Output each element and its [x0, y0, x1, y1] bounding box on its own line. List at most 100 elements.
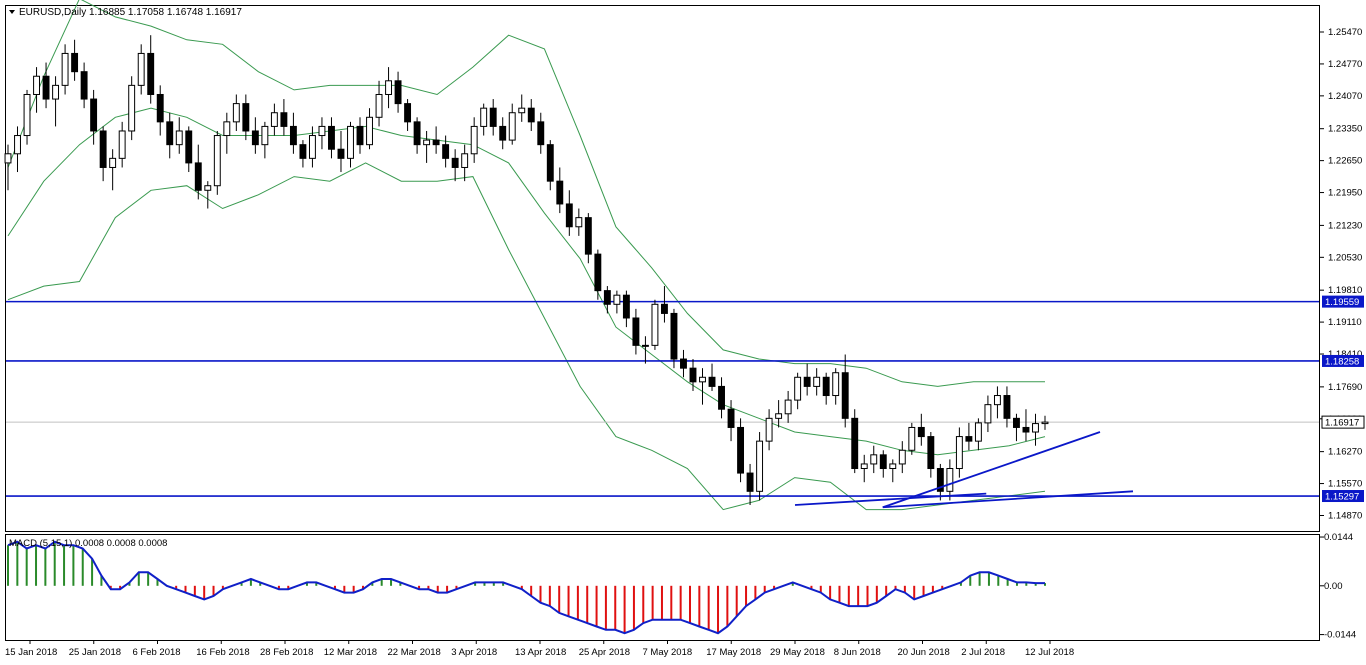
bear-candle [584, 217, 592, 255]
bull-candle [4, 153, 12, 164]
bear-candle [451, 157, 459, 168]
time-tick-label: 17 May 2018 [706, 647, 761, 658]
bull-candle [128, 84, 136, 132]
bear-candle [632, 317, 640, 346]
bull-candle [52, 84, 60, 100]
bull-candle [641, 344, 649, 347]
bear-candle [156, 93, 164, 123]
bear-candle [851, 417, 859, 470]
bear-candle [879, 454, 887, 470]
bull-candle [860, 463, 868, 470]
bull-candle [109, 157, 117, 168]
price-tick-label: 1.19110 [1328, 317, 1362, 328]
bull-candle [204, 185, 212, 191]
bull-candle [1032, 423, 1039, 433]
time-tick-label: 2 Jul 2018 [961, 647, 1005, 658]
bear-candle [708, 376, 716, 387]
bear-candle [394, 80, 402, 105]
bull-candle [832, 372, 840, 397]
symbol-label: EURUSD,Daily [19, 7, 86, 18]
bull-candle [794, 376, 802, 401]
bull-candle [261, 125, 269, 146]
bear-candle [670, 312, 678, 360]
bear-candle [965, 436, 973, 442]
bull-candle [518, 107, 526, 114]
bear-candle [1013, 417, 1020, 428]
current-price-label: 1.16917 [1325, 418, 1359, 429]
bull-candle [508, 112, 516, 141]
bull-candle [61, 52, 69, 86]
macd-label: MACD (5,15,1) 0.0008 0.0008 0.0008 [9, 538, 167, 549]
bull-candle [984, 404, 992, 424]
bear-candle [328, 125, 335, 150]
bear-candle [80, 71, 88, 100]
bear-candle [356, 125, 364, 146]
bull-candle [480, 107, 488, 127]
bull-candle [955, 436, 963, 470]
bear-candle [1003, 395, 1011, 419]
bear-candle [927, 436, 935, 470]
price-tick-label: 1.24070 [1328, 91, 1362, 102]
ohlc-values: 1.16885 1.17058 1.16748 1.16917 [89, 7, 242, 18]
time-tick-label: 12 Jul 2018 [1025, 647, 1074, 658]
chart-header: EURUSD,Daily 1.16885 1.17058 1.16748 1.1… [9, 7, 242, 18]
bull-candle [213, 135, 221, 187]
price-tick-label: 1.21230 [1328, 220, 1362, 231]
bear-candle [689, 367, 697, 383]
bear-candle [603, 290, 611, 305]
bull-candle [946, 468, 954, 492]
bull-candle [1041, 421, 1049, 425]
bull-candle [14, 135, 21, 155]
bull-candle [33, 75, 40, 95]
bear-candle [442, 144, 450, 159]
bear-candle [746, 472, 754, 492]
bear-candle [527, 107, 535, 123]
bull-candle [613, 294, 621, 305]
level-price-label: 1.18258 [1325, 356, 1359, 367]
time-tick-label: 25 Jan 2018 [69, 647, 121, 658]
bull-candle [889, 463, 897, 470]
macd-tick-label: -0.0144 [1324, 630, 1356, 641]
bull-candle [775, 413, 783, 419]
bear-candle [841, 372, 849, 419]
bear-candle [537, 121, 545, 146]
level-price-label: 1.15297 [1325, 492, 1359, 503]
bull-candle [23, 93, 31, 137]
time-tick-label: 15 Jan 2018 [5, 647, 57, 658]
bear-candle [737, 426, 745, 474]
price-tick-label: 1.22650 [1328, 156, 1362, 167]
bear-candle [680, 358, 687, 369]
bull-candle [908, 426, 916, 451]
bull-candle [118, 130, 126, 159]
bull-candle [175, 130, 183, 146]
bull-candle [366, 116, 373, 146]
bear-candle [280, 112, 288, 127]
bear-candle [413, 121, 421, 146]
price-tick-label: 1.15570 [1328, 479, 1362, 490]
time-tick-label: 3 Apr 2018 [451, 647, 497, 658]
price-tick-label: 1.24770 [1328, 59, 1362, 70]
time-tick-label: 25 Apr 2018 [579, 647, 630, 658]
bear-candle [727, 408, 735, 428]
price-pane[interactable] [5, 5, 1320, 532]
bear-candle [147, 52, 155, 95]
time-tick-label: 12 Mar 2018 [324, 647, 377, 658]
bear-candle [299, 144, 307, 159]
trading-chart[interactable]: 1.25470 1.24770 1.24070 1.23350 1.22650 1.219… [0, 0, 1366, 665]
bull-candle [375, 93, 383, 118]
bear-candle [917, 426, 925, 438]
bear-candle [185, 130, 193, 164]
level-price-label: 1.19559 [1325, 297, 1359, 308]
time-tick-label: 7 May 2018 [643, 647, 693, 658]
bear-candle [556, 180, 564, 205]
macd-tick-label: 0.0144 [1324, 532, 1353, 543]
price-tick-label: 1.16270 [1328, 447, 1362, 458]
bull-candle [318, 125, 326, 137]
bear-candle [242, 103, 250, 132]
bull-candle [974, 422, 982, 442]
time-tick-label: 16 Feb 2018 [196, 647, 249, 658]
time-tick-label: 28 Feb 2018 [260, 647, 313, 658]
bull-candle [870, 454, 878, 465]
bear-candle [594, 253, 602, 292]
bull-candle [347, 125, 354, 159]
